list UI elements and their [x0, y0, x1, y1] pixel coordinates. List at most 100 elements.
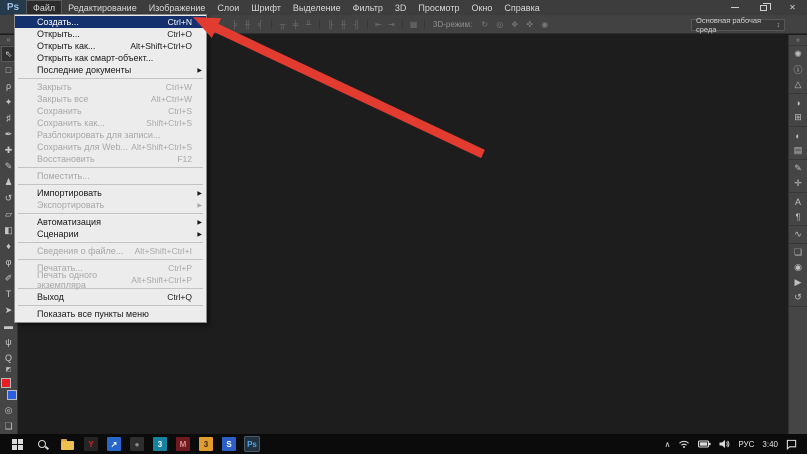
brush-presets-panel-icon[interactable]: ✎	[790, 161, 806, 176]
adjustments-panel-icon[interactable]: ◐	[790, 128, 806, 143]
file-menu-item-open-smart-object[interactable]: Открыть как смарт-объект...	[15, 52, 206, 64]
tray-expand-chevron[interactable]: ∧	[665, 440, 671, 449]
menu-separator	[18, 167, 203, 168]
menu-item-shortcut: Ctrl+P	[168, 263, 192, 273]
menubar-item-edit[interactable]: Редактирование	[62, 0, 143, 15]
layer-comps-panel-icon[interactable]: ▤	[790, 143, 806, 158]
app-icon-s-blue[interactable]: S	[222, 437, 236, 451]
options-icon-3-1: ╟	[327, 19, 334, 29]
options-icon-5-1: ▦	[409, 19, 418, 29]
foreground-color-swatch[interactable]	[0, 378, 11, 388]
menubar-item-layers[interactable]: Слои	[211, 0, 245, 15]
photoshop-window: Ps Файл Редактирование Изображение Слои Шриф…	[0, 0, 807, 454]
menubar-item-type[interactable]: Шрифт	[245, 0, 287, 15]
menubar-item-filter[interactable]: Фильтр	[347, 0, 389, 15]
menu-item-shortcut: F12	[177, 154, 192, 164]
restore-button[interactable]	[749, 0, 778, 15]
menu-item-shortcut: Ctrl+O	[167, 29, 192, 39]
menu-item-shortcut: Alt+Shift+Ctrl+I	[134, 246, 192, 256]
menubar-item-select[interactable]: Выделение	[287, 0, 347, 15]
options-icon-group-5: ▦	[403, 19, 425, 29]
windows-logo-icon	[11, 438, 23, 450]
workspace-dropdown[interactable]: Основная рабочая среда ↕	[691, 16, 785, 34]
menu-separator	[18, 213, 203, 214]
file-menu-item-automate[interactable]: Автоматизация ▶	[15, 216, 206, 228]
app-icon-blue[interactable]: ↗	[107, 437, 121, 451]
file-menu-item-open-as[interactable]: Открыть как... Alt+Shift+Ctrl+O	[15, 40, 206, 52]
close-button[interactable]: ✕	[778, 0, 807, 15]
menu-item-label: Сведения о файле...	[37, 246, 124, 256]
minimize-button[interactable]	[720, 0, 749, 15]
language-indicator[interactable]: РУС	[738, 440, 754, 449]
file-menu-item-place: Поместить...	[15, 170, 206, 182]
file-menu-item-import[interactable]: Импортировать ▶	[15, 187, 206, 199]
menubar-item-view[interactable]: Просмотр	[412, 0, 465, 15]
options-icon-group-3: ╟ ╫ ╢	[320, 19, 368, 29]
character-panel-icon[interactable]: A	[790, 194, 806, 209]
menubar-item-image[interactable]: Изображение	[143, 0, 212, 15]
info-panel-icon[interactable]: ⓘ	[790, 62, 806, 77]
tool-presets-panel-icon[interactable]: ✛	[790, 176, 806, 191]
menu-item-label: Выход	[37, 292, 64, 302]
file-menu-item-exit[interactable]: Выход Ctrl+Q	[15, 291, 206, 303]
file-explorer-button[interactable]	[59, 436, 75, 452]
file-menu-item-revert: Восстановить F12	[15, 153, 206, 165]
paragraph-panel-icon[interactable]: ¶	[790, 209, 806, 224]
zoom-tool[interactable]: Q	[1, 350, 17, 366]
layers-panel-icon[interactable]: ❏	[790, 245, 806, 260]
app-icon-red[interactable]: М	[176, 437, 190, 451]
options-icon-3-3: ╢	[353, 19, 360, 29]
histogram-panel-icon[interactable]: △	[790, 77, 806, 92]
menubar-item-3d[interactable]: 3D	[389, 0, 413, 15]
3d-mode-icon-2: ◎	[496, 19, 504, 29]
menu-separator	[18, 78, 203, 79]
menubar-item-help[interactable]: Справка	[498, 0, 545, 15]
file-menu-item-show-all-menu-items[interactable]: Показать все пункты меню	[15, 308, 206, 320]
file-menu-item-close: Закрыть Ctrl+W	[15, 81, 206, 93]
menu-separator	[18, 305, 203, 306]
clock[interactable]: 3:40	[762, 440, 778, 449]
action-center-icon[interactable]	[786, 439, 797, 450]
menubar-item-file[interactable]: Файл	[26, 0, 63, 15]
search-button[interactable]	[34, 436, 50, 452]
background-color-swatch[interactable]	[6, 390, 17, 400]
options-icon-3-2: ╫	[340, 19, 347, 29]
quick-mask-button[interactable]: ◎	[1, 402, 17, 418]
restore-icon	[760, 2, 771, 11]
panel-group-1: ✺ ⓘ △	[789, 46, 807, 94]
file-menu-item-print-one-copy: Печать одного экземпляра Alt+Shift+Ctrl+P	[15, 270, 206, 290]
options-icon-1-2: ╫	[244, 19, 251, 29]
wifi-icon[interactable]	[678, 439, 690, 449]
file-menu-item-new[interactable]: Создать... Ctrl+N	[15, 16, 206, 28]
app-icon-orange[interactable]: 3	[199, 437, 213, 451]
menu-item-label: Сохранить	[37, 106, 82, 116]
menu-item-shortcut: Alt+Shift+Ctrl+P	[131, 275, 192, 285]
file-menu-item-scripts[interactable]: Сценарии ▶	[15, 228, 206, 240]
menu-item-shortcut: Ctrl+S	[168, 106, 192, 116]
3d-panel-icon[interactable]: ✺	[790, 47, 806, 62]
3dsmax-icon[interactable]: 3	[153, 437, 167, 451]
swatches-panel-icon[interactable]: ⊞	[790, 110, 806, 125]
start-button[interactable]	[9, 436, 25, 452]
yandex-browser-icon[interactable]: Y	[84, 437, 98, 451]
default-colors-icon[interactable]: ◩	[1, 366, 17, 374]
menu-item-shortcut: Shift+Ctrl+S	[146, 118, 192, 128]
menubar-item-window[interactable]: Окно	[465, 0, 498, 15]
photoshop-taskbar-icon[interactable]: Ps	[244, 436, 260, 452]
app-icon-dark[interactable]: ●	[130, 437, 144, 451]
speaker-icon[interactable]	[719, 439, 730, 449]
screen-mode-button[interactable]: ❏	[1, 418, 17, 434]
history-panel-icon[interactable]: ↺	[790, 290, 806, 305]
battery-icon[interactable]	[698, 440, 711, 448]
channels-panel-icon[interactable]: ◉	[790, 260, 806, 275]
options-icon-2-3: ╨	[305, 19, 312, 29]
folder-icon	[60, 438, 74, 450]
file-menu-item-close-all: Закрыть все Alt+Ctrl+W	[15, 93, 206, 105]
hand-tool[interactable]: ψ	[1, 334, 17, 350]
file-menu-item-open[interactable]: Открыть... Ctrl+O	[15, 28, 206, 40]
actions-panel-icon[interactable]: ▶	[790, 275, 806, 290]
panel-dock-collapse-button[interactable]: «	[789, 35, 807, 46]
character-styles-panel-icon[interactable]: ∿	[790, 227, 806, 242]
color-panel-icon[interactable]: ◑	[790, 95, 806, 110]
file-menu-item-recent-documents[interactable]: Последние документы ▶	[15, 64, 206, 76]
